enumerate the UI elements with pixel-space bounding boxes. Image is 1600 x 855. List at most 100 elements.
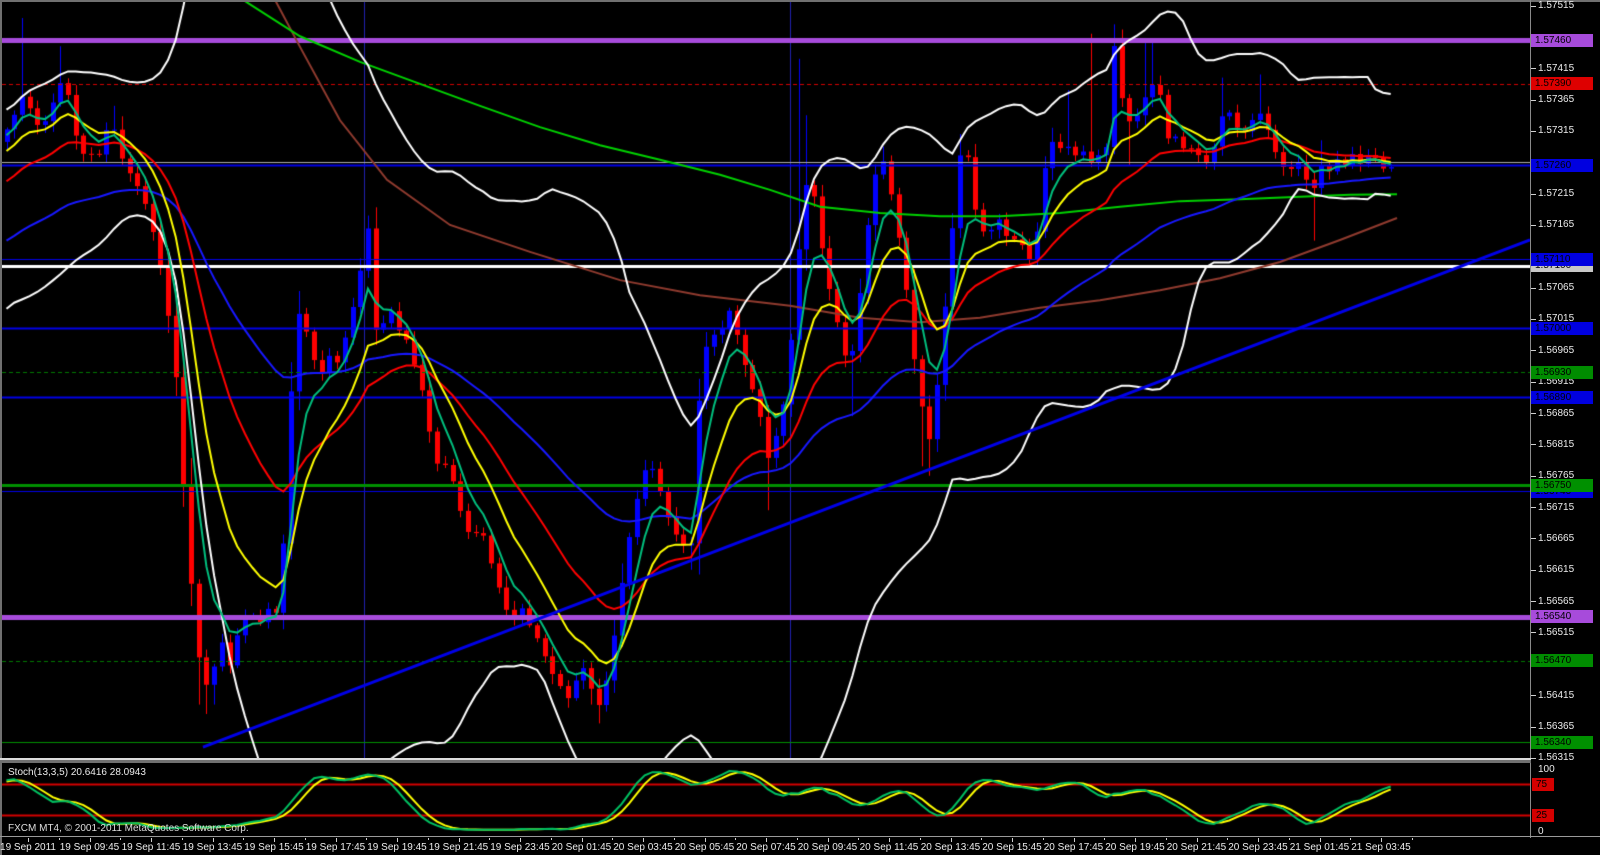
price-tick-label: 1.56965	[1538, 344, 1574, 357]
time-label: 19 Sep 09:45	[60, 841, 120, 854]
price-tick-mark	[1531, 727, 1536, 728]
price-tick-label: 1.56365	[1538, 720, 1574, 733]
price-tick-mark	[1531, 68, 1536, 69]
price-marker: 1.57460	[1531, 34, 1593, 47]
price-tick-mark	[1531, 6, 1536, 7]
time-minor-tick	[1412, 838, 1413, 840]
time-minor-tick	[305, 838, 306, 840]
price-tick-label: 1.57365	[1538, 93, 1574, 106]
price-tick-mark	[1531, 758, 1536, 759]
time-minor-tick	[797, 838, 798, 840]
time-minor-tick	[182, 838, 183, 840]
time-minor-tick	[366, 838, 367, 840]
time-label: 19 Sep 15:45	[244, 841, 304, 854]
time-label: 21 Sep 03:45	[1351, 841, 1411, 854]
price-tick-mark	[1531, 444, 1536, 445]
price-marker: 1.57390	[1531, 77, 1593, 90]
price-tick-label: 1.57315	[1538, 124, 1574, 137]
time-label: 19 Sep 13:45	[183, 841, 243, 854]
time-axis[interactable]: 19 Sep 201119 Sep 09:4519 Sep 11:4519 Se…	[0, 838, 1600, 855]
time-label: 20 Sep 11:45	[860, 841, 919, 854]
price-tick-mark	[1531, 476, 1536, 477]
pane-separator[interactable]	[0, 760, 1531, 763]
price-marker: 1.57000	[1531, 322, 1593, 335]
time-minor-tick	[551, 838, 552, 840]
time-minor-tick	[674, 838, 675, 840]
time-label: 19 Sep 23:45	[490, 841, 550, 854]
time-minor-tick	[1043, 838, 1044, 840]
price-tick-label: 1.57165	[1538, 218, 1574, 231]
price-tick-mark	[1531, 131, 1536, 132]
price-tick-mark	[1531, 382, 1536, 383]
time-label: 20 Sep 17:45	[1044, 841, 1104, 854]
stoch-value-main: 20.6416	[71, 767, 107, 778]
price-marker: 1.56750	[1531, 479, 1593, 492]
price-tick-label: 1.56515	[1538, 626, 1574, 639]
stoch-axis-label: 100	[1538, 763, 1555, 776]
time-label: 20 Sep 05:45	[675, 841, 735, 854]
window-left-border	[0, 0, 2, 855]
time-label: 19 Sep 11:45	[122, 841, 181, 854]
price-tick-mark	[1531, 288, 1536, 289]
time-minor-tick	[59, 838, 60, 840]
time-minor-tick	[1350, 838, 1351, 840]
time-label: 19 Sep 17:45	[306, 841, 366, 854]
time-minor-tick	[1104, 838, 1105, 840]
window-top-border	[0, 0, 1600, 2]
time-label: 19 Sep 19:45	[367, 841, 427, 854]
time-label: 20 Sep 23:45	[1228, 841, 1288, 854]
price-tick-mark	[1531, 570, 1536, 571]
price-tick-mark	[1531, 225, 1536, 226]
price-marker: 1.56470	[1531, 654, 1593, 667]
time-label: 20 Sep 15:45	[982, 841, 1042, 854]
stoch-level-marker: 25	[1532, 809, 1554, 822]
main-chart-canvas[interactable]	[2, 2, 1530, 758]
time-minor-tick	[243, 838, 244, 840]
time-label: 20 Sep 01:45	[552, 841, 612, 854]
time-minor-tick	[920, 838, 921, 840]
time-label: 20 Sep 13:45	[921, 841, 981, 854]
price-tick-mark	[1531, 319, 1536, 320]
price-marker: 1.56890	[1531, 391, 1593, 404]
price-marker: 1.57260	[1531, 159, 1593, 172]
time-label: 20 Sep 07:45	[736, 841, 796, 854]
time-label: 20 Sep 09:45	[798, 841, 858, 854]
price-tick-mark	[1531, 413, 1536, 414]
price-tick-mark	[1531, 100, 1536, 101]
price-tick-label: 1.56615	[1538, 563, 1574, 576]
time-label: 21 Sep 01:45	[1290, 841, 1350, 854]
price-axis[interactable]: 1.575151.574151.573651.573151.572151.571…	[1531, 0, 1600, 838]
price-tick-mark	[1531, 350, 1536, 351]
time-label: 20 Sep 03:45	[613, 841, 673, 854]
price-tick-label: 1.56865	[1538, 407, 1574, 420]
copyright-text: FXCM MT4, © 2001-2011 MetaQuotes Softwar…	[8, 822, 249, 835]
price-tick-label: 1.57215	[1538, 187, 1574, 200]
price-marker: 1.56340	[1531, 736, 1593, 749]
time-minor-tick	[1166, 838, 1167, 840]
time-minor-tick	[858, 838, 859, 840]
stoch-level-marker: 75	[1532, 778, 1554, 791]
price-tick-label: 1.56715	[1538, 501, 1574, 514]
time-minor-tick	[489, 838, 490, 840]
price-tick-label: 1.56415	[1538, 689, 1574, 702]
time-label: 20 Sep 21:45	[1167, 841, 1227, 854]
stoch-value-signal: 28.0943	[110, 767, 146, 778]
stoch-axis[interactable]: 100 75 25 0	[1531, 760, 1600, 838]
price-tick-mark	[1531, 194, 1536, 195]
stoch-indicator-name: Stoch(13,3,5)	[8, 767, 68, 778]
time-minor-tick	[1227, 838, 1228, 840]
time-minor-tick	[612, 838, 613, 840]
time-minor-tick	[120, 838, 121, 840]
stoch-axis-label: 0	[1538, 825, 1544, 838]
price-tick-mark	[1531, 538, 1536, 539]
price-marker: 1.57110	[1531, 253, 1593, 266]
price-tick-mark	[1531, 695, 1536, 696]
price-tick-mark	[1531, 507, 1536, 508]
time-label: 20 Sep 19:45	[1105, 841, 1165, 854]
time-minor-tick	[1289, 838, 1290, 840]
price-tick-label: 1.57065	[1538, 281, 1574, 294]
time-axis-separator	[0, 836, 1600, 837]
price-tick-label: 1.56565	[1538, 595, 1574, 608]
stoch-label: Stoch(13,3,5) 20.6416 28.0943	[8, 766, 146, 779]
price-tick-label: 1.57415	[1538, 62, 1574, 75]
